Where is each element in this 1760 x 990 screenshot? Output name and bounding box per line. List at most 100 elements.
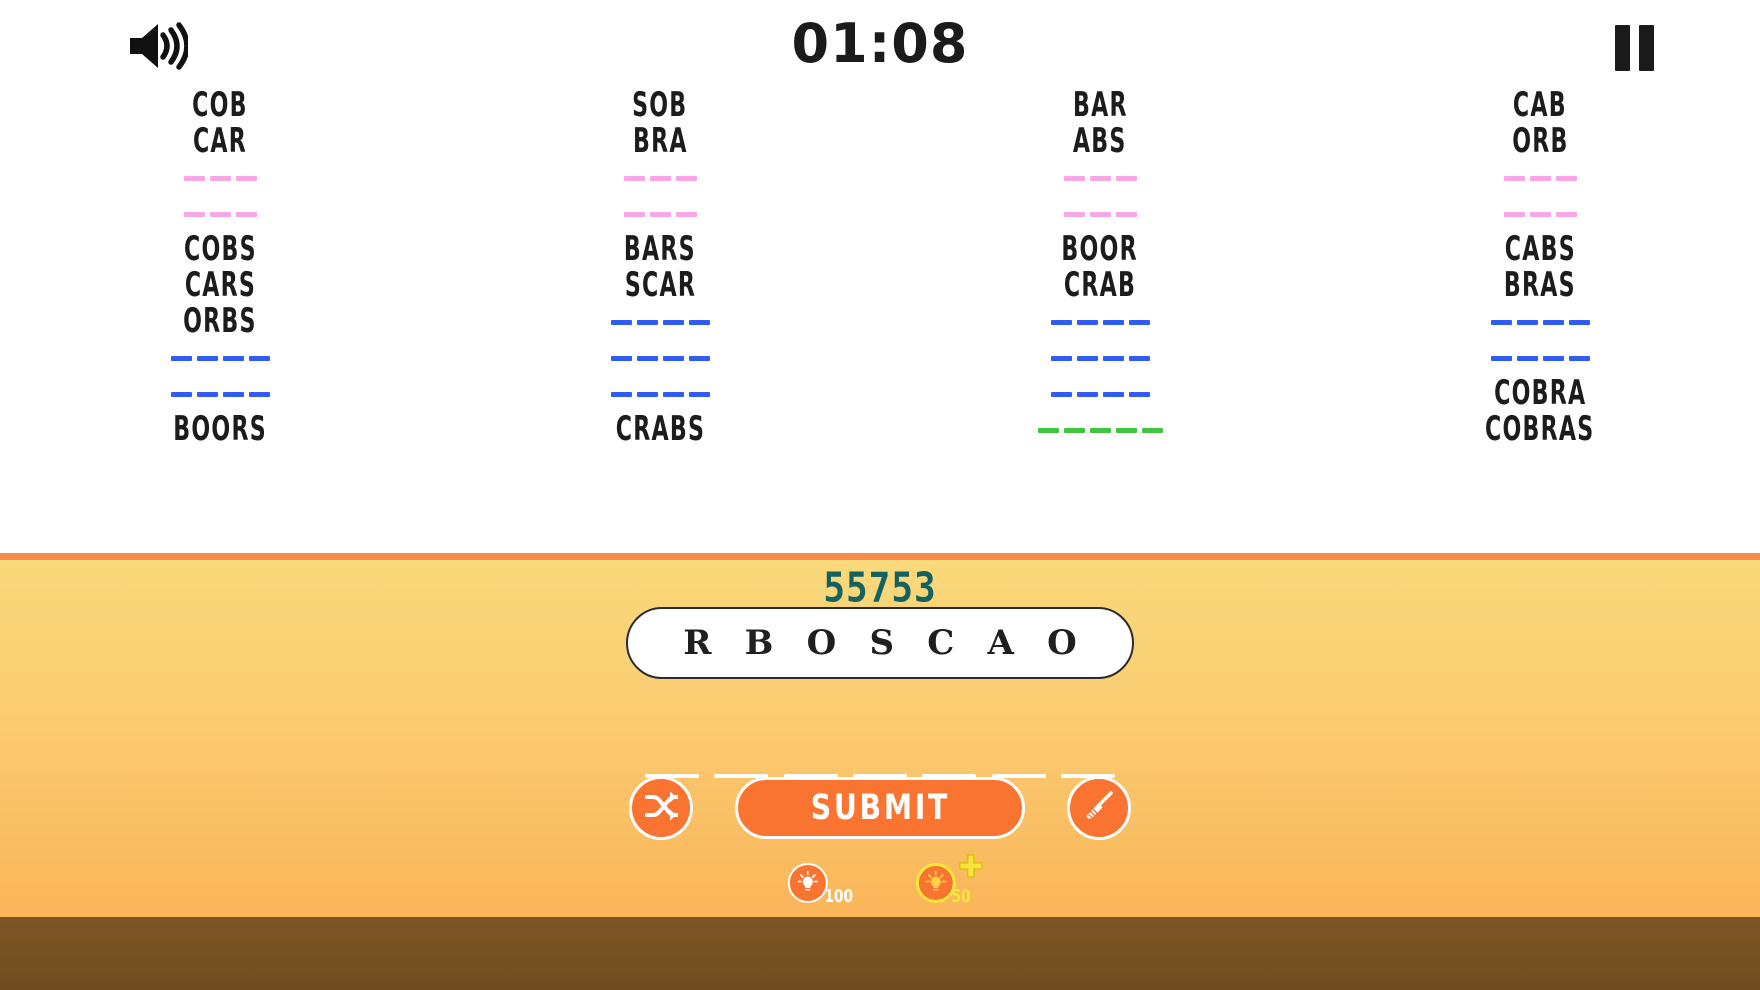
found-word-text: BOORS xyxy=(173,409,267,450)
dash-pink xyxy=(209,211,231,217)
letter-tile[interactable]: O xyxy=(807,623,837,663)
dash-pink xyxy=(235,175,257,181)
dash-pink xyxy=(1115,211,1137,217)
answer-slot[interactable] xyxy=(714,740,768,778)
unsolved-word-dashes xyxy=(183,160,257,196)
found-word: BOOR xyxy=(1053,232,1146,268)
dash-blue xyxy=(662,355,684,361)
found-word-text: SOB xyxy=(632,85,688,126)
found-word-text: BOOR xyxy=(1061,229,1139,270)
found-word-text: CAB xyxy=(1513,85,1567,126)
dash-blue xyxy=(1568,355,1590,361)
dash-pink xyxy=(235,211,257,217)
lightbulb-icon xyxy=(797,870,819,891)
dash-blue xyxy=(636,355,658,361)
dash-blue xyxy=(688,319,710,325)
dash-blue xyxy=(170,355,192,361)
dash-pink xyxy=(649,211,671,217)
unsolved-word-dashes xyxy=(1037,412,1163,448)
dash-blue xyxy=(1490,355,1512,361)
dash-blue xyxy=(662,319,684,325)
letter-tile[interactable]: B xyxy=(745,623,774,663)
unsolved-word-dashes xyxy=(183,196,257,232)
found-word-text: COBRA xyxy=(1493,373,1587,414)
dash-green xyxy=(1037,427,1059,433)
shuffle-icon xyxy=(644,789,679,828)
dash-pink xyxy=(1529,175,1551,181)
dash-group xyxy=(623,175,697,181)
found-word: COB xyxy=(186,88,254,124)
found-word: BOORS xyxy=(163,412,277,448)
answer-slot[interactable] xyxy=(992,740,1046,778)
puzzle-column: CAB ORB CABS BRAS COBRA COBRAS xyxy=(1320,88,1760,448)
puzzle-board: COB CAR COBS CARS ORBS BOORS SOB BRA BARS SCAR CRA… xyxy=(0,88,1760,553)
dash-pink xyxy=(675,211,697,217)
dash-pink xyxy=(1089,211,1111,217)
found-word-text: BAR xyxy=(1072,85,1128,126)
found-word-text: ABS xyxy=(1073,121,1127,162)
found-word-text: BRA xyxy=(632,121,688,162)
dash-blue xyxy=(688,355,710,361)
dash-pink xyxy=(675,175,697,181)
dash-group xyxy=(1063,211,1137,217)
found-word-text: ORB xyxy=(1511,121,1569,162)
unsolved-word-dashes xyxy=(610,376,710,412)
letter-tile[interactable]: R xyxy=(683,623,711,663)
dash-blue xyxy=(1076,319,1098,325)
submit-button[interactable]: SUBMIT xyxy=(735,777,1025,839)
hint-extra-bonus[interactable]: 50 xyxy=(915,854,983,907)
dash-blue xyxy=(1568,319,1590,325)
unsolved-word-dashes xyxy=(1050,340,1150,376)
unsolved-word-dashes xyxy=(1503,196,1577,232)
dash-blue xyxy=(1542,355,1564,361)
answer-slot[interactable] xyxy=(922,740,976,778)
pause-icon-bar-right xyxy=(1638,25,1654,71)
letter-rack[interactable]: RBOSCAO xyxy=(626,607,1134,679)
dash-pink xyxy=(1529,211,1551,217)
shuffle-button[interactable] xyxy=(629,776,693,840)
dash-blue xyxy=(1102,391,1124,397)
dash-blue xyxy=(1516,355,1538,361)
found-word: COBRA xyxy=(1484,376,1597,412)
dash-blue xyxy=(170,391,192,397)
found-word: SOB xyxy=(626,88,693,124)
answer-slot[interactable] xyxy=(784,740,838,778)
dash-group xyxy=(1490,319,1590,325)
puzzle-column: SOB BRA BARS SCAR CRABS xyxy=(440,88,880,448)
unsolved-word-dashes xyxy=(1050,304,1150,340)
plus-badge-icon xyxy=(956,851,986,881)
found-word: BRAS xyxy=(1496,268,1584,304)
dash-group xyxy=(1063,175,1137,181)
dash-green xyxy=(1115,427,1137,433)
game-screen: 01:08 COB CAR COBS CARS ORBS BOORS SOB BRA BARS S… xyxy=(0,0,1760,990)
letter-tile[interactable]: A xyxy=(987,623,1013,663)
letter-tile[interactable]: C xyxy=(927,623,954,663)
broom-icon xyxy=(1082,789,1116,828)
dash-pink xyxy=(1555,211,1577,217)
found-word-text: CABS xyxy=(1504,229,1576,270)
answer-slot[interactable] xyxy=(1061,740,1115,778)
found-word: CAB xyxy=(1507,88,1573,124)
dash-group xyxy=(183,175,257,181)
unsolved-word-dashes xyxy=(1063,196,1137,232)
letter-tile[interactable]: S xyxy=(869,623,894,663)
dash-group xyxy=(623,211,697,217)
found-word: CRABS xyxy=(606,412,715,448)
dash-blue xyxy=(1076,391,1098,397)
found-word: BRA xyxy=(627,124,694,160)
dash-blue xyxy=(1050,355,1072,361)
answer-slot[interactable] xyxy=(645,740,699,778)
letter-tile[interactable]: O xyxy=(1047,623,1077,663)
hint-reveal-letter[interactable]: 100 xyxy=(787,863,856,907)
unsolved-word-dashes xyxy=(1063,160,1137,196)
dash-blue xyxy=(1050,391,1072,397)
dash-pink xyxy=(649,175,671,181)
answer-slots[interactable] xyxy=(645,740,1115,778)
answer-slot[interactable] xyxy=(853,740,907,778)
found-word-text: CARS xyxy=(184,265,256,306)
dash-pink xyxy=(209,175,231,181)
hint-circle xyxy=(787,863,828,903)
clear-button[interactable] xyxy=(1067,776,1131,840)
dash-pink xyxy=(1115,175,1137,181)
pause-button[interactable] xyxy=(1606,22,1662,74)
